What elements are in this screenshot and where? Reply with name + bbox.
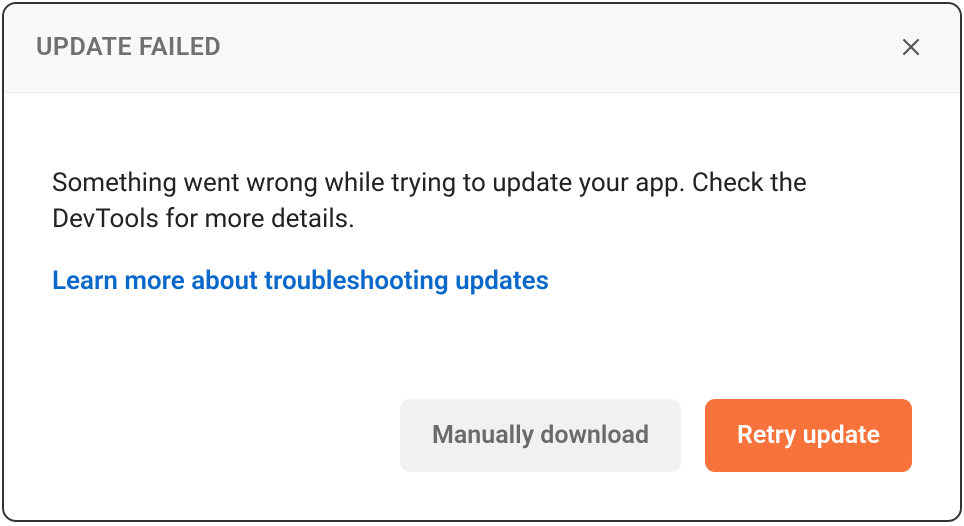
dialog-footer: Manually download Retry update <box>4 399 960 520</box>
manually-download-button[interactable]: Manually download <box>400 399 681 472</box>
dialog-header: UPDATE FAILED <box>4 4 960 93</box>
dialog-body: Something went wrong while trying to upd… <box>4 93 960 399</box>
retry-update-button[interactable]: Retry update <box>705 399 912 472</box>
close-button[interactable] <box>894 30 928 64</box>
update-failed-dialog: UPDATE FAILED Something went wrong while… <box>2 2 962 522</box>
error-message: Something went wrong while trying to upd… <box>52 165 912 238</box>
dialog-title: UPDATE FAILED <box>36 33 221 62</box>
troubleshoot-link[interactable]: Learn more about troubleshooting updates <box>52 266 912 296</box>
close-icon <box>898 34 924 60</box>
